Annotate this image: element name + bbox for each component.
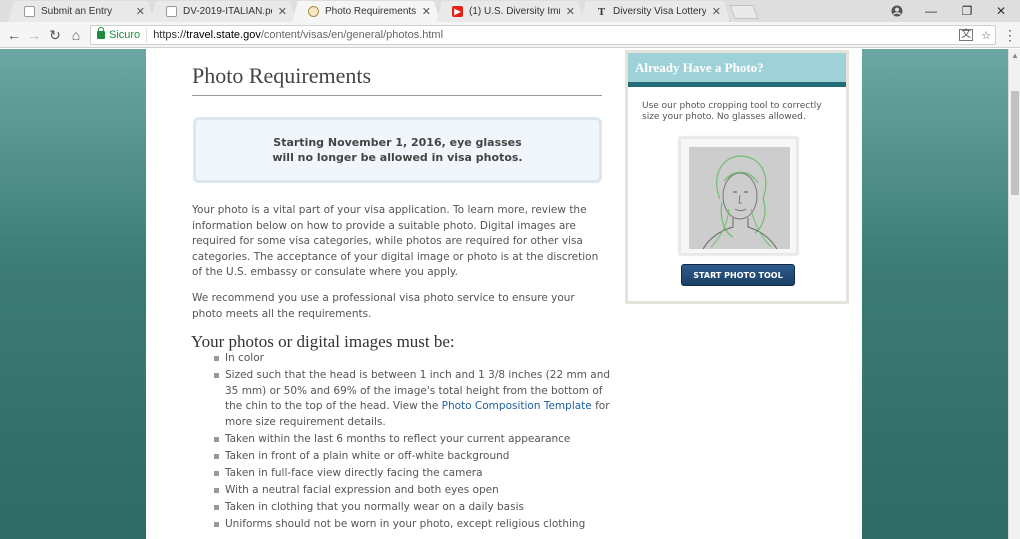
tab-title: Submit an Entry — [41, 6, 113, 17]
menu-icon[interactable]: ⋮ — [1000, 25, 1020, 45]
security-indicator[interactable]: Sicuro — [91, 27, 148, 42]
scroll-up-icon[interactable]: ▲ — [1011, 51, 1019, 60]
vertical-scrollbar[interactable]: ▲ — [1008, 49, 1020, 539]
tab-pdf[interactable]: DV-2019-ITALIAN.pdf ✕ — [150, 1, 296, 22]
list-item: Sized such that the head is between 1 in… — [214, 368, 614, 430]
minimize-icon[interactable]: — — [914, 0, 948, 22]
document-icon — [24, 6, 35, 17]
scrollbar-thumb[interactable] — [1011, 91, 1019, 195]
lock-icon — [97, 27, 105, 39]
profile-icon[interactable] — [880, 0, 914, 22]
list-item: With a neutral facial expression and bot… — [214, 483, 614, 499]
tab-photo-requirements[interactable]: Photo Requirements ✕ — [292, 1, 440, 22]
youtube-icon: ▶ — [452, 6, 463, 17]
close-icon[interactable]: ✕ — [422, 5, 431, 18]
state-seal-icon — [308, 6, 319, 17]
url-scheme: https:// — [153, 29, 187, 41]
url-host: travel.state.gov — [186, 29, 261, 41]
start-photo-tool-button[interactable]: START PHOTO TOOL — [681, 264, 795, 286]
list-item: Taken in front of a plain white or off-w… — [214, 449, 614, 465]
close-icon[interactable]: ✕ — [136, 5, 145, 18]
list-item: In color — [214, 351, 614, 367]
page-content: Photo Requirements Starting November 1, … — [146, 49, 862, 539]
intro-paragraph: Your photo is a vital part of your visa … — [192, 204, 599, 279]
bookmark-star-icon[interactable]: ☆ — [981, 29, 991, 42]
requirements-list: In color Sized such that the head is bet… — [214, 351, 614, 534]
close-icon[interactable]: ✕ — [566, 5, 575, 18]
close-icon[interactable]: ✕ — [712, 5, 721, 18]
translate-icon[interactable]: 文 — [959, 29, 974, 41]
photo-composition-template-link[interactable]: Photo Composition Template — [442, 400, 592, 412]
notice-text: Starting November 1, 2016, eye glasses w… — [272, 136, 523, 164]
forward-arrow-icon[interactable]: → — [24, 25, 44, 45]
list-item: Taken in full-face view directly facing … — [214, 466, 614, 482]
sample-photo — [679, 137, 798, 255]
face-outline-icon — [702, 155, 778, 249]
back-arrow-icon[interactable]: ← — [4, 25, 24, 45]
window-close-icon[interactable]: ✕ — [984, 0, 1018, 22]
close-icon[interactable]: ✕ — [278, 5, 287, 18]
nyt-icon: T — [597, 5, 606, 18]
reload-icon[interactable]: ↻ — [45, 25, 65, 45]
tab-title: (1) U.S. Diversity Immigra — [469, 6, 559, 17]
secure-label: Sicuro — [109, 29, 141, 41]
list-item: Taken within the last 6 months to reflec… — [214, 432, 614, 448]
tab-title: Photo Requirements — [325, 6, 416, 17]
new-tab-button[interactable] — [729, 5, 759, 19]
tab-title: DV-2019-ITALIAN.pdf — [183, 6, 272, 17]
requirements-heading: Your photos or digital images must be: — [191, 332, 455, 351]
url-text[interactable]: https://travel.state.gov/content/visas/e… — [147, 29, 443, 41]
photo-tool-widget: Already Have a Photo? Use our photo crop… — [625, 50, 849, 304]
tab-nyt[interactable]: T Diversity Visa Lottery: Ins ✕ — [580, 1, 730, 22]
page-viewport: Photo Requirements Starting November 1, … — [0, 49, 1008, 539]
recommendation-paragraph: We recommend you use a professional visa… — [192, 292, 575, 320]
pdf-file-icon — [166, 6, 177, 17]
tab-strip: Submit an Entry ✕ DV-2019-ITALIAN.pdf ✕ … — [0, 0, 1020, 22]
home-icon[interactable]: ⌂ — [66, 25, 86, 45]
eyeglasses-notice: Starting November 1, 2016, eye glasses w… — [193, 117, 602, 183]
address-bar[interactable]: Sicuro https://travel.state.gov/content/… — [90, 25, 996, 45]
widget-title: Already Have a Photo? — [628, 53, 846, 87]
tab-submit-entry[interactable]: Submit an Entry ✕ — [8, 1, 154, 22]
page-title: Photo Requirements — [192, 63, 602, 96]
tab-title: Diversity Visa Lottery: Ins — [613, 6, 706, 17]
restore-icon[interactable]: ❐ — [950, 0, 984, 22]
list-item: Uniforms should not be worn in your phot… — [214, 517, 614, 533]
tab-youtube[interactable]: ▶ (1) U.S. Diversity Immigra ✕ — [436, 1, 584, 22]
widget-description: Use our photo cropping tool to correctly… — [642, 101, 822, 122]
list-item: Taken in clothing that you normally wear… — [214, 500, 614, 516]
url-path: /content/visas/en/general/photos.html — [260, 29, 444, 41]
navigation-bar: ← → ↻ ⌂ Sicuro https://travel.state.gov/… — [0, 22, 1020, 48]
